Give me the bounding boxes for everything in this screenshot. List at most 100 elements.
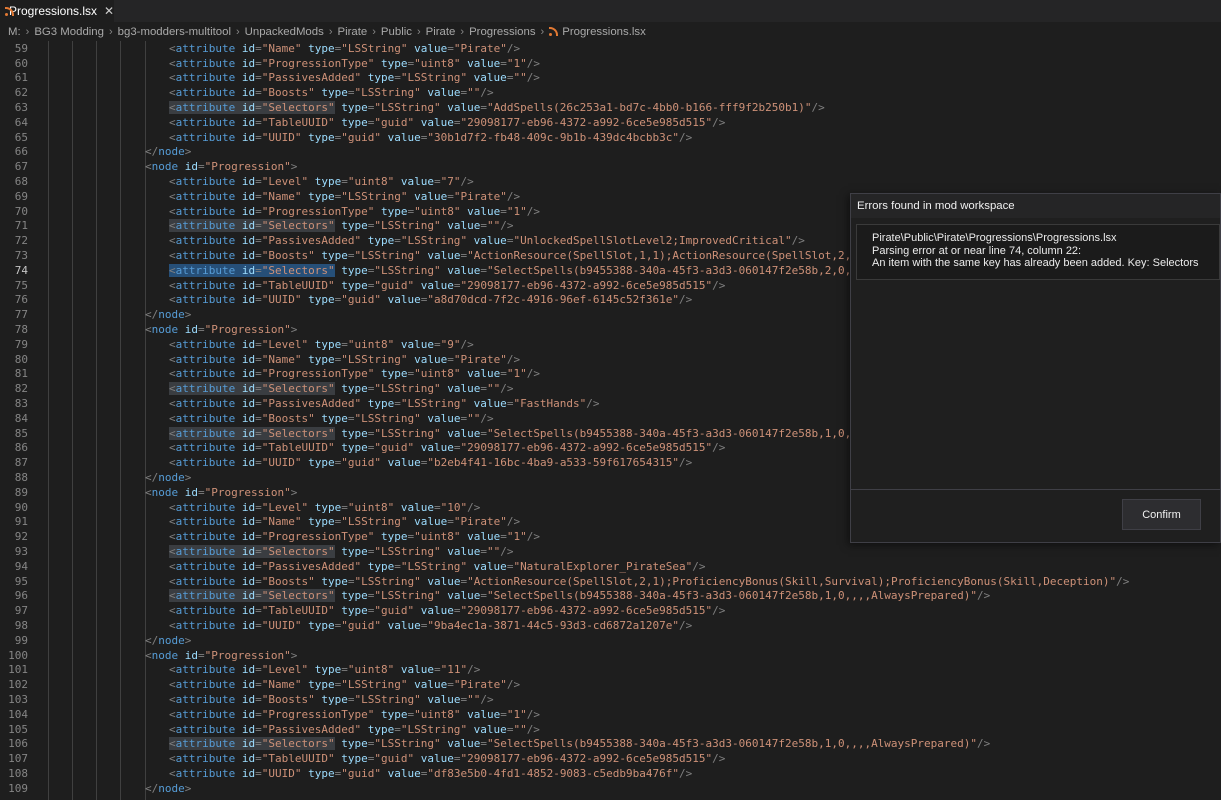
attribute-value: 11 [447, 663, 461, 677]
line-number: 84 [14, 411, 28, 425]
code-token: < [169, 515, 176, 529]
code-line[interactable]: 94 <attribute id="PassivesAdded" type="LS… [0, 560, 1221, 575]
code-token: = [255, 41, 262, 55]
breadcrumb-item[interactable]: Progressions.lsx [562, 26, 646, 38]
code-token: " [374, 278, 381, 292]
code-token: < [169, 56, 176, 70]
attribute-value: FastHands [520, 397, 580, 410]
code-token: " [374, 293, 381, 307]
code-token: id [235, 767, 256, 780]
code-text: <attribute id="TableUUID" type="guid" va… [169, 279, 725, 294]
code-token: id [235, 337, 256, 351]
attribute-id-value: TableUUID [268, 604, 328, 618]
code-token: " [374, 737, 381, 751]
code-token: " [414, 367, 421, 381]
code-token: type [334, 752, 368, 766]
attribute-id-value: ProgressionType [268, 56, 368, 70]
code-token: type [301, 293, 335, 307]
code-line[interactable]: 108 <attribute id="UUID" type="guid" valu… [0, 767, 1221, 782]
code-line[interactable]: 104 <attribute id="ProgressionType" type=… [0, 708, 1221, 723]
breadcrumb-item[interactable]: Pirate [337, 26, 367, 38]
attribute-value: 10 [447, 500, 461, 514]
code-line[interactable]: 102 <attribute id="Name" type="LSString" … [0, 678, 1221, 693]
code-line[interactable]: 103 <attribute id="Boosts" type="LSString… [0, 693, 1221, 708]
line-number: 94 [14, 559, 28, 573]
code-token: < [169, 234, 176, 248]
code-token: = [255, 293, 262, 307]
line-number: 79 [14, 337, 28, 351]
code-token: value [420, 574, 461, 588]
code-token: " [414, 574, 421, 588]
code-token: " [486, 382, 494, 396]
line-number: 100 [8, 648, 28, 662]
breadcrumb-item[interactable]: Progressions [469, 26, 535, 38]
code-line[interactable]: 107 <attribute id="TableUUID" type="guid"… [0, 752, 1221, 767]
code-token: " [327, 589, 335, 603]
code-text: <attribute id="TableUUID" type="guid" va… [169, 752, 725, 767]
code-line[interactable]: 64 <attribute id="TableUUID" type="guid" … [0, 116, 1221, 131]
code-text: <attribute id="UUID" type="guid" value="… [169, 619, 692, 634]
code-line[interactable]: 109 </node> [0, 782, 1221, 797]
line-number: 76 [14, 293, 28, 307]
code-token: = [447, 515, 454, 529]
code-token: < [169, 707, 176, 721]
code-line[interactable]: 60 <attribute id="ProgressionType" type="… [0, 57, 1221, 72]
breadcrumb-item[interactable]: M: [8, 26, 21, 38]
line-number: 69 [14, 189, 28, 203]
code-line[interactable]: 68 <attribute id="Level" type="uint8" val… [0, 175, 1221, 190]
code-token: value [407, 41, 448, 55]
code-line[interactable]: 61 <attribute id="PassivesAdded" type="LS… [0, 71, 1221, 86]
attribute-type-value: LSString [347, 678, 401, 692]
code-token: id [235, 678, 256, 692]
code-line[interactable]: 95 <attribute id="Boosts" type="LSString"… [0, 575, 1221, 590]
code-line[interactable]: 93 <attribute id="Selectors" type="LSStri… [0, 545, 1221, 560]
breadcrumb-item[interactable]: UnpackedMods [245, 26, 324, 38]
attribute-value: NaturalExplorer_PirateSea [520, 559, 686, 573]
code-line[interactable]: 59 <attribute id="Name" type="LSString" v… [0, 42, 1221, 57]
tab-progressions[interactable]: Progressions.lsx ✕ [0, 0, 114, 22]
code-token: " [414, 530, 421, 544]
code-line[interactable]: 96 <attribute id="Selectors" type="LSStri… [0, 589, 1221, 604]
code-token: " [486, 589, 494, 603]
code-token: " [327, 426, 335, 440]
code-token: " [486, 263, 494, 277]
code-token: attribute [175, 337, 236, 351]
code-token: /> [526, 530, 540, 544]
code-line[interactable]: 99 </node> [0, 634, 1221, 649]
confirm-button[interactable]: Confirm [1122, 499, 1201, 530]
code-token: value [460, 530, 501, 544]
code-line[interactable]: 66 </node> [0, 145, 1221, 160]
code-token: value [460, 367, 501, 381]
code-token: /> [500, 382, 514, 396]
breadcrumb-item[interactable]: Pirate [426, 26, 456, 38]
code-line[interactable]: 101 <attribute id="Level" type="uint8" va… [0, 663, 1221, 678]
attribute-value: 7 [447, 175, 454, 188]
code-token: attribute [175, 86, 236, 100]
code-line[interactable]: 100 <node id="Progression"> [0, 649, 1221, 664]
code-token: " [520, 722, 527, 736]
code-line[interactable]: 67 <node id="Progression"> [0, 160, 1221, 175]
code-line[interactable]: 97 <attribute id="TableUUID" type="guid" … [0, 604, 1221, 619]
code-line[interactable]: 62 <attribute id="Boosts" type="LSString"… [0, 86, 1221, 101]
attribute-id-value: Name [268, 515, 295, 529]
attribute-id-value: Selectors [268, 545, 328, 558]
attribute-type-value: LSString [380, 737, 434, 751]
breadcrumb-item[interactable]: Public [381, 26, 412, 38]
code-line[interactable]: 98 <attribute id="UUID" type="guid" value… [0, 619, 1221, 634]
code-token: " [414, 249, 421, 262]
code-token: value [407, 515, 448, 529]
attribute-value: 29098177-eb96-4372-a992-6ce5e985d515 [467, 115, 706, 129]
breadcrumb-item[interactable]: BG3 Modding [34, 26, 104, 38]
breadcrumb-item[interactable]: bg3-modders-multitool [118, 26, 231, 38]
line-number: 80 [14, 352, 28, 366]
code-line[interactable]: 106 <attribute id="Selectors" type="LSStr… [0, 737, 1221, 752]
code-token: id [235, 737, 256, 751]
code-line[interactable]: 63 <attribute id="Selectors" type="LSStri… [0, 101, 1221, 116]
code-token: = [255, 515, 262, 529]
close-icon[interactable]: ✕ [104, 5, 114, 17]
code-token: /> [460, 175, 474, 188]
attribute-value: UnlockedSpellSlotLevel2;ImprovedCritical [520, 234, 785, 248]
code-line[interactable]: 105 <attribute id="PassivesAdded" type="L… [0, 723, 1221, 738]
code-line[interactable]: 65 <attribute id="UUID" type="guid" value… [0, 131, 1221, 146]
code-token: < [169, 263, 176, 277]
